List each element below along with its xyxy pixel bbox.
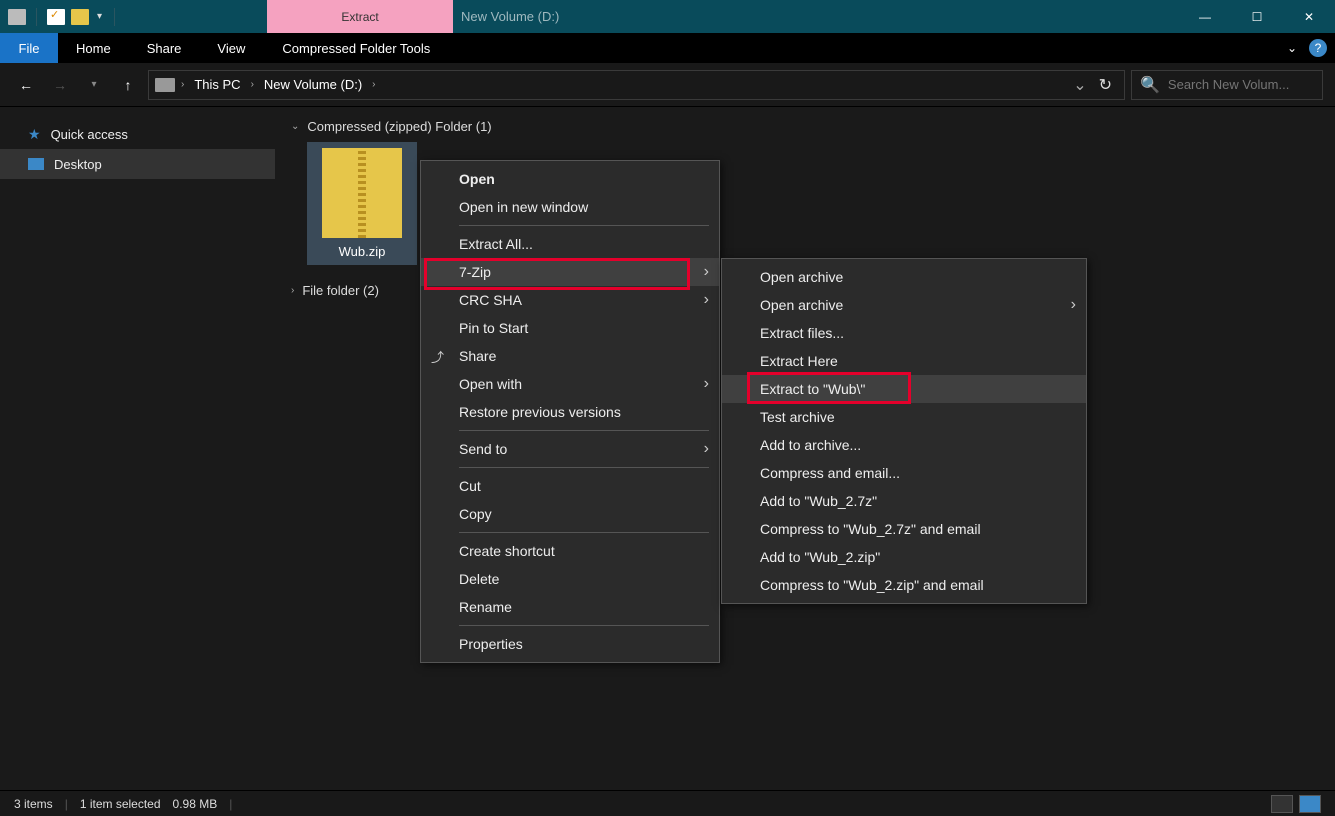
- menu-delete[interactable]: Delete: [421, 565, 719, 593]
- zip-folder-icon: [322, 148, 402, 238]
- status-items: 3 items: [14, 797, 53, 811]
- search-input[interactable]: [1168, 77, 1314, 92]
- status-size: 0.98 MB: [173, 797, 218, 811]
- sidebar-item-desktop[interactable]: Desktop: [0, 149, 275, 179]
- submenu-extract-here[interactable]: Extract Here: [722, 347, 1086, 375]
- submenu-open-archive-sub[interactable]: Open archive: [722, 291, 1086, 319]
- address-dropdown-icon[interactable]: ⌄: [1073, 75, 1086, 95]
- chevron-right-icon: ›: [291, 285, 294, 296]
- group-label: File folder (2): [302, 283, 379, 298]
- submenu-extract-files[interactable]: Extract files...: [722, 319, 1086, 347]
- menu-properties[interactable]: Properties: [421, 630, 719, 658]
- chevron-right-icon[interactable]: ›: [370, 79, 377, 90]
- submenu-add-7z[interactable]: Add to "Wub_2.7z": [722, 487, 1086, 515]
- view-details-button[interactable]: [1271, 795, 1293, 813]
- file-item-wubzip[interactable]: Wub.zip: [307, 142, 417, 265]
- menu-7zip[interactable]: 7-Zip: [421, 258, 719, 286]
- drive-icon: [155, 78, 175, 92]
- submenu-extract-to[interactable]: Extract to "Wub\": [722, 375, 1086, 403]
- menu-rename[interactable]: Rename: [421, 593, 719, 621]
- compressed-tools-tab[interactable]: Compressed Folder Tools: [263, 33, 449, 63]
- menu-cut[interactable]: Cut: [421, 472, 719, 500]
- file-label: Wub.zip: [307, 244, 417, 259]
- window-title: New Volume (D:): [453, 0, 1179, 33]
- up-button[interactable]: ↑: [114, 71, 142, 99]
- star-icon: ★: [28, 126, 41, 143]
- refresh-icon[interactable]: ↻: [1099, 75, 1112, 95]
- menu-open-with[interactable]: Open with: [421, 370, 719, 398]
- breadcrumb-drive[interactable]: New Volume (D:): [260, 77, 366, 92]
- search-icon: 🔍: [1140, 75, 1160, 95]
- recent-dropdown[interactable]: ▾: [80, 71, 108, 99]
- titlebar: ▾ Extract New Volume (D:) ― ☐ ✕: [0, 0, 1335, 33]
- contextual-label: Extract: [341, 10, 378, 24]
- desktop-icon: [28, 158, 44, 170]
- menu-extract-all[interactable]: Extract All...: [421, 230, 719, 258]
- address-bar[interactable]: › This PC › New Volume (D:) › ⌄ ↻: [148, 70, 1125, 100]
- menu-crc[interactable]: CRC SHA: [421, 286, 719, 314]
- chevron-right-icon[interactable]: ›: [179, 79, 186, 90]
- menu-pin[interactable]: Pin to Start: [421, 314, 719, 342]
- sidebar-item-quickaccess[interactable]: ★ Quick access: [0, 119, 275, 149]
- menu-restore[interactable]: Restore previous versions: [421, 398, 719, 426]
- menu-copy[interactable]: Copy: [421, 500, 719, 528]
- close-button[interactable]: ✕: [1283, 0, 1335, 33]
- navbar: ← → ▾ ↑ › This PC › New Volume (D:) › ⌄ …: [0, 63, 1335, 107]
- group-label: Compressed (zipped) Folder (1): [307, 119, 491, 134]
- ribbon-expand-icon[interactable]: ⌄: [1287, 41, 1297, 55]
- submenu-compress-7z[interactable]: Compress to "Wub_2.7z" and email: [722, 515, 1086, 543]
- help-icon[interactable]: ?: [1309, 39, 1327, 57]
- group-header-zipped[interactable]: ⌄ Compressed (zipped) Folder (1): [287, 119, 1323, 134]
- statusbar: 3 items | 1 item selected 0.98 MB |: [0, 790, 1335, 816]
- submenu-compress-email[interactable]: Compress and email...: [722, 459, 1086, 487]
- breadcrumb-thispc[interactable]: This PC: [190, 77, 244, 92]
- properties-qat-icon[interactable]: [47, 9, 65, 25]
- submenu-open-archive[interactable]: Open archive: [722, 263, 1086, 291]
- submenu-7zip: Open archive Open archive Extract files.…: [721, 258, 1087, 604]
- search-box[interactable]: 🔍: [1131, 70, 1323, 100]
- minimize-button[interactable]: ―: [1179, 0, 1231, 33]
- maximize-button[interactable]: ☐: [1231, 0, 1283, 33]
- menu-open-new[interactable]: Open in new window: [421, 193, 719, 221]
- sidebar: ★ Quick access Desktop: [0, 107, 275, 790]
- view-tab[interactable]: View: [199, 33, 263, 63]
- ribbon: File Home Share View Compressed Folder T…: [0, 33, 1335, 63]
- chevron-down-icon: ⌄: [291, 121, 299, 132]
- sidebar-label: Desktop: [54, 157, 102, 172]
- back-button[interactable]: ←: [12, 71, 40, 99]
- drive-icon: [8, 9, 26, 25]
- submenu-add-zip[interactable]: Add to "Wub_2.zip": [722, 543, 1086, 571]
- qat-dropdown-icon[interactable]: ▾: [95, 11, 104, 22]
- menu-shortcut[interactable]: Create shortcut: [421, 537, 719, 565]
- submenu-add-archive[interactable]: Add to archive...: [722, 431, 1086, 459]
- file-tab[interactable]: File: [0, 33, 58, 63]
- newfolder-qat-icon[interactable]: [71, 9, 89, 25]
- context-menu: Open Open in new window Extract All... 7…: [420, 160, 720, 663]
- share-tab[interactable]: Share: [129, 33, 200, 63]
- chevron-right-icon[interactable]: ›: [249, 79, 256, 90]
- sidebar-label: Quick access: [51, 127, 128, 142]
- menu-open[interactable]: Open: [421, 165, 719, 193]
- forward-button[interactable]: →: [46, 71, 74, 99]
- menu-share[interactable]: ⤴Share: [421, 342, 719, 370]
- view-large-button[interactable]: [1299, 795, 1321, 813]
- status-selected: 1 item selected: [80, 797, 161, 811]
- share-icon: ⤴: [431, 347, 444, 366]
- submenu-test[interactable]: Test archive: [722, 403, 1086, 431]
- home-tab[interactable]: Home: [58, 33, 129, 63]
- contextual-tab-header: Extract: [267, 0, 453, 33]
- menu-send-to[interactable]: Send to: [421, 435, 719, 463]
- submenu-compress-zip[interactable]: Compress to "Wub_2.zip" and email: [722, 571, 1086, 599]
